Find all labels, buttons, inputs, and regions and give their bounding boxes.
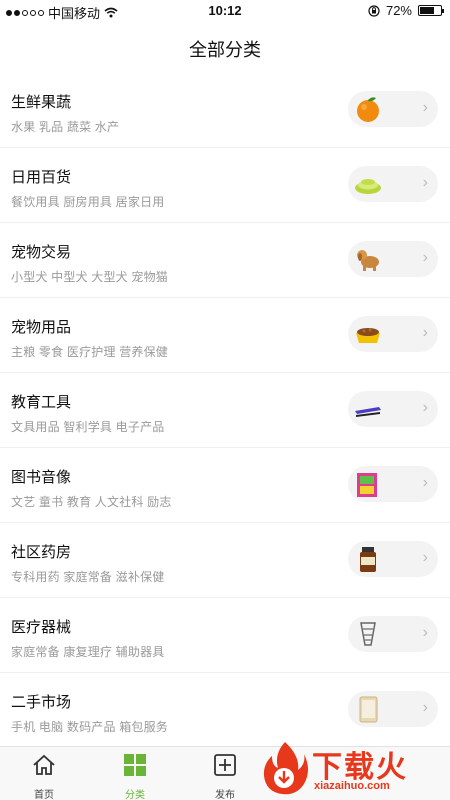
category-enter-pill[interactable]: › xyxy=(348,691,438,727)
dog-icon xyxy=(357,250,379,271)
category-title: 宠物交易 xyxy=(11,244,72,261)
page-title: 全部分类 xyxy=(189,40,261,60)
category-enter-pill[interactable]: › xyxy=(348,241,438,277)
tab-home[interactable]: 首页 xyxy=(14,753,74,800)
status-left: 中国移动 xyxy=(6,3,118,22)
battery-icon xyxy=(418,5,444,16)
category-subtitle: 餐饮用具 厨房用具 居家日用 xyxy=(11,195,165,209)
chevron-right-icon: › xyxy=(422,249,428,266)
category-title: 社区药房 xyxy=(11,544,72,561)
watermark-url: xiazaihuo.com xyxy=(314,780,390,792)
tab-publish-label: 发布 xyxy=(215,790,235,800)
category-row-pet-supplies[interactable]: 宠物用品 主粮 零食 医疗护理 营养保健 › xyxy=(0,298,450,373)
chevron-right-icon: › xyxy=(422,324,428,341)
signal-dots-icon xyxy=(6,9,44,16)
category-enter-pill[interactable]: › xyxy=(348,541,438,577)
category-list: 生鲜果蔬 水果 乳品 蔬菜 水产 › 日用百货 餐饮用具 厨房用具 居家日用 ›… xyxy=(0,73,450,748)
wifi-icon xyxy=(104,7,118,18)
medical-device-icon xyxy=(360,622,376,646)
battery-fill xyxy=(420,7,435,14)
category-subtitle: 文艺 童书 教育 人文社科 励志 xyxy=(11,495,172,509)
category-title: 生鲜果蔬 xyxy=(11,94,72,111)
category-row-books[interactable]: 图书音像 文艺 童书 教育 人文社科 励志 › xyxy=(0,448,450,523)
plates-icon xyxy=(355,179,381,194)
category-subtitle: 家庭常备 康复理疗 辅助器具 xyxy=(11,645,165,659)
tab-category[interactable]: 分类 xyxy=(105,753,165,800)
chevron-right-icon: › xyxy=(422,549,428,566)
category-subtitle: 小型犬 中型犬 大型犬 宠物猫 xyxy=(11,270,169,284)
plus-square-icon xyxy=(214,754,236,776)
grid-icon xyxy=(124,754,146,776)
tab-category-label: 分类 xyxy=(125,790,145,800)
flame-logo-icon xyxy=(263,742,308,795)
category-row-medical-devices[interactable]: 医疗器械 家庭常备 康复理疗 辅助器具 › xyxy=(0,598,450,673)
category-enter-pill[interactable]: › xyxy=(348,616,438,652)
category-title: 二手市场 xyxy=(11,694,72,711)
books-icon xyxy=(357,473,377,497)
orientation-lock-icon xyxy=(368,4,380,17)
tablet-icon xyxy=(359,696,378,723)
category-row-education[interactable]: 教育工具 文具用品 智利学具 电子产品 › xyxy=(0,373,450,448)
category-row-daily-goods[interactable]: 日用百货 餐饮用具 厨房用具 居家日用 › xyxy=(0,148,450,223)
category-row-fresh[interactable]: 生鲜果蔬 水果 乳品 蔬菜 水产 › xyxy=(0,73,450,148)
chevron-right-icon: › xyxy=(422,624,428,641)
home-icon xyxy=(33,754,55,775)
category-row-pharmacy[interactable]: 社区药房 专科用药 家庭常备 滋补保健 › xyxy=(0,523,450,598)
chevron-right-icon: › xyxy=(422,699,428,716)
category-enter-pill[interactable]: › xyxy=(348,391,438,427)
chevron-right-icon: › xyxy=(422,399,428,416)
chevron-right-icon: › xyxy=(422,99,428,116)
status-bar: 中国移动 10:12 72% xyxy=(0,0,450,22)
category-subtitle: 手机 电脑 数码产品 箱包服务 xyxy=(11,720,169,734)
medicine-bottle-icon xyxy=(360,547,376,572)
category-title: 日用百货 xyxy=(11,169,72,186)
category-title: 医疗器械 xyxy=(11,619,72,636)
category-subtitle: 主粮 零食 医疗护理 营养保健 xyxy=(11,345,169,359)
category-row-second-hand[interactable]: 二手市场 手机 电脑 数码产品 箱包服务 › xyxy=(0,673,450,748)
watermark: 下载火 xiazaihuo.com xyxy=(260,740,442,796)
chevron-right-icon: › xyxy=(422,474,428,491)
category-row-pet-trade[interactable]: 宠物交易 小型犬 中型犬 大型犬 宠物猫 › xyxy=(0,223,450,298)
carrier-label: 中国移动 xyxy=(48,6,101,21)
stapler-icon xyxy=(355,407,381,417)
category-enter-pill[interactable]: › xyxy=(348,91,438,127)
pet-bowl-icon xyxy=(356,328,380,343)
tab-home-label: 首页 xyxy=(34,790,54,800)
chevron-right-icon: › xyxy=(422,174,428,191)
category-enter-pill[interactable]: › xyxy=(348,316,438,352)
battery-percent: 72% xyxy=(385,3,412,18)
category-subtitle: 水果 乳品 蔬菜 水产 xyxy=(11,120,120,134)
category-enter-pill[interactable]: › xyxy=(348,466,438,502)
category-subtitle: 文具用品 智利学具 电子产品 xyxy=(11,420,165,434)
category-title: 图书音像 xyxy=(11,469,72,486)
category-subtitle: 专科用药 家庭常备 滋补保健 xyxy=(11,570,165,584)
category-title: 教育工具 xyxy=(11,394,72,411)
orange-icon xyxy=(357,97,379,122)
tab-publish[interactable]: 发布 xyxy=(195,753,255,800)
category-enter-pill[interactable]: › xyxy=(348,166,438,202)
status-right: 72% xyxy=(368,3,444,18)
category-title: 宠物用品 xyxy=(11,319,72,336)
